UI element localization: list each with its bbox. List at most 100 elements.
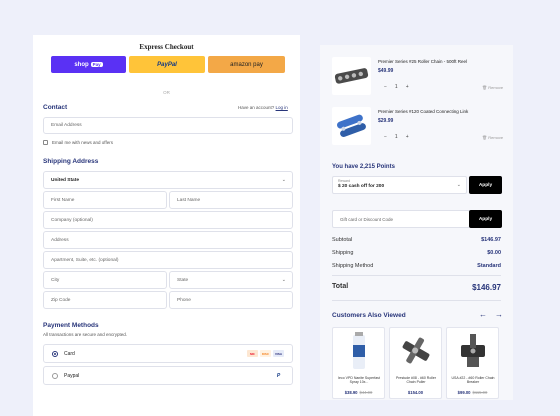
reward-select[interactable]: Reward $ 20 cash off for 200 ⌄ — [332, 176, 467, 194]
subtotal-value: $146.97 — [481, 237, 501, 243]
discover-icon: DISC — [260, 350, 271, 357]
company-field[interactable]: Company (optional) — [43, 211, 293, 229]
recommended-product-price: $99.00 $115.00 — [447, 390, 498, 395]
shop-pay-button[interactable]: shop Pay — [51, 56, 126, 73]
cart-item-price: $49.99 — [378, 68, 394, 74]
total-label: Total — [332, 283, 349, 290]
first-name-field[interactable]: First Name — [43, 191, 167, 209]
country-value: United State — [51, 177, 79, 183]
summary-divider — [332, 300, 501, 301]
email-placeholder: Email Address — [51, 123, 82, 128]
paypal-button-label: PayPal — [157, 61, 177, 68]
chevron-down-icon: ⌄ — [281, 277, 286, 283]
plus-button[interactable]: + — [406, 134, 409, 140]
last-name-placeholder: Last Name — [177, 197, 201, 203]
shop-pay-tag: Pay — [90, 62, 103, 67]
price-old: $44.00 — [359, 390, 373, 395]
remove-label: Remove — [488, 85, 504, 90]
card-label: Card — [64, 350, 75, 357]
plus-button[interactable]: + — [406, 84, 409, 90]
recommended-product-price: $38.90 $44.00 — [333, 390, 384, 395]
roller-chain-image — [332, 57, 371, 95]
carousel-controls: ← → — [479, 310, 503, 319]
recommended-product-name: Prestude #08 - #60 Roller Chain Puller — [396, 376, 436, 385]
apartment-placeholder: Apartment, Suite, etc. (optional) — [51, 257, 119, 263]
checkout-form-panel: Express Checkout shop Pay PayPal amazon … — [33, 35, 300, 416]
payment-note: All transactions are secure and encrypte… — [43, 332, 128, 337]
shipping-method-label: Shipping Method — [332, 263, 374, 269]
shop-pay-label: shop — [74, 61, 89, 68]
zip-field[interactable]: Zip Code — [43, 291, 167, 309]
shipping-row: Shipping $0.00 — [332, 250, 501, 256]
shipping-value: $0.00 — [487, 250, 501, 256]
email-field[interactable]: Email Address — [43, 117, 293, 134]
cart-item: Premier Series #25 Roller Chain - 500ft … — [332, 57, 506, 101]
paypal-icon-wrap: P — [273, 372, 284, 379]
chain-breaker-image — [451, 331, 495, 371]
price-current: $154.00 — [407, 390, 424, 395]
quantity-value: 1 — [394, 134, 398, 140]
recommended-product[interactable]: Ieco VPD Nanite Superfast Spray 10x... $… — [332, 327, 385, 399]
visa-icon: VISA — [273, 350, 284, 357]
zip-placeholder: Zip Code — [51, 297, 71, 303]
country-select[interactable]: United State ⌄ — [43, 171, 293, 189]
radio-icon[interactable] — [52, 372, 58, 379]
amazon-pay-button[interactable]: amazon pay — [208, 56, 285, 73]
newsletter-checkbox[interactable] — [43, 140, 48, 145]
city-field[interactable]: City — [43, 271, 167, 289]
state-placeholder: State — [177, 277, 189, 283]
also-viewed-title: Customers Also Viewed — [332, 312, 406, 319]
apply-discount-button[interactable]: Apply — [469, 210, 502, 228]
reward-value: $ 20 cash off for 200 — [338, 184, 385, 189]
chevron-down-icon: ⌄ — [456, 182, 461, 188]
arrow-right-icon[interactable]: → — [495, 310, 503, 319]
shipping-method-value: Standard — [477, 263, 501, 269]
cart-item-name: Premier Series #120 Coated Connecting Li… — [378, 109, 469, 114]
discount-code-input[interactable]: Gift card or Discount Code — [332, 210, 470, 228]
amazon-pay-label: amazon pay — [230, 61, 263, 68]
login-prompt: Have an account? Log in — [238, 105, 288, 110]
apartment-field[interactable]: Apartment, Suite, etc. (optional) — [43, 251, 293, 269]
paypal-button[interactable]: PayPal — [129, 56, 205, 73]
minus-button[interactable]: − — [384, 134, 387, 140]
price-current: $38.90 — [344, 390, 358, 395]
subtotal-label: Subtotal — [332, 237, 353, 243]
minus-button[interactable]: − — [384, 84, 387, 90]
address-placeholder: Address — [51, 237, 69, 243]
recommended-product[interactable]: Prestude #08 - #60 Roller Chain Puller $… — [389, 327, 442, 399]
arrow-left-icon[interactable]: ← — [479, 310, 487, 319]
shipping-label: Shipping — [332, 250, 354, 256]
address-field[interactable]: Address — [43, 231, 293, 249]
paypal-icon: P — [276, 372, 281, 379]
phone-field[interactable]: Phone — [169, 291, 293, 309]
newsletter-label: Email me with news and offers — [52, 140, 113, 145]
shipping-method-row: Shipping Method Standard — [332, 263, 501, 269]
remove-button[interactable]: 🗑 Remove — [482, 135, 503, 140]
reward-label: Reward — [338, 179, 351, 183]
trash-icon: 🗑 — [482, 135, 488, 140]
order-summary-panel: Premier Series #25 Roller Chain - 500ft … — [320, 45, 513, 400]
quantity-value: 1 — [394, 84, 398, 90]
subtotal-row: Subtotal $146.97 — [332, 237, 501, 243]
recommended-product-name: USA #22 - #60 Roller Chain Breaker — [451, 376, 495, 385]
last-name-field[interactable]: Last Name — [169, 191, 293, 209]
quantity-stepper[interactable]: − 1 + — [384, 84, 409, 90]
connecting-link-image — [332, 107, 371, 145]
state-select[interactable]: State ⌄ — [169, 271, 293, 289]
express-checkout-title: Express Checkout — [139, 43, 194, 51]
discount-placeholder: Gift card or Discount Code — [340, 216, 394, 222]
payment-option-paypal[interactable]: Paypal P — [43, 366, 293, 385]
company-placeholder: Company (optional) — [51, 217, 93, 223]
remove-button[interactable]: 🗑 Remove — [482, 85, 503, 90]
quantity-stepper[interactable]: − 1 + — [384, 134, 409, 140]
radio-selected-icon[interactable] — [52, 350, 58, 357]
recommended-product[interactable]: USA #22 - #60 Roller Chain Breaker $99.0… — [446, 327, 499, 399]
login-link[interactable]: Log in — [276, 105, 288, 110]
recommended-product-price: $154.00 — [390, 390, 441, 395]
total-value: $146.97 — [472, 283, 501, 292]
apply-reward-button[interactable]: Apply — [469, 176, 502, 194]
summary-divider — [332, 275, 501, 276]
chain-puller-image — [394, 331, 438, 371]
phone-placeholder: Phone — [177, 297, 191, 303]
payment-option-card[interactable]: Card MC DISC VISA — [43, 344, 293, 363]
